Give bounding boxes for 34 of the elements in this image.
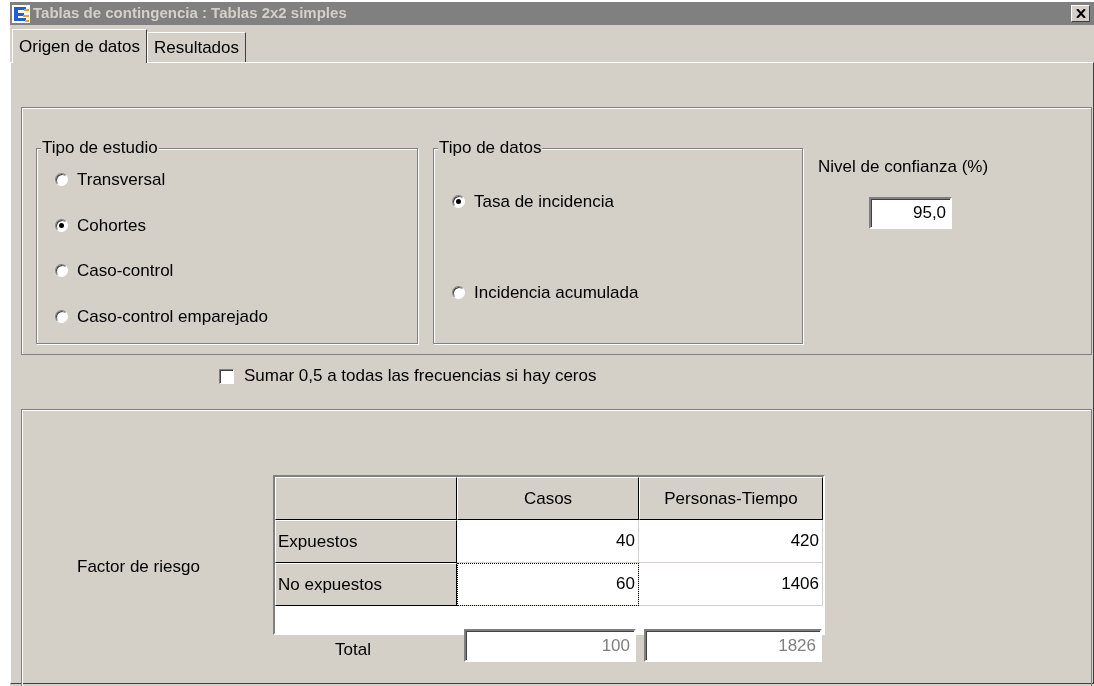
column-header: Personas-Tiempo	[639, 477, 823, 520]
group-label: Tipo de datos	[438, 138, 543, 158]
window-title: Tablas de contingencia : Tablas 2x2 simples	[33, 3, 348, 24]
radio-button[interactable]	[55, 264, 68, 278]
radio-label[interactable]: Transversal	[77, 167, 166, 193]
table-cell[interactable]: 40	[457, 520, 639, 563]
total-label: Total	[335, 639, 371, 661]
radio-label[interactable]: Caso-control	[77, 258, 174, 284]
checkbox[interactable]	[219, 368, 234, 384]
close-button[interactable]	[1071, 5, 1090, 22]
close-icon	[1075, 9, 1086, 18]
radio-label[interactable]: Cohortes	[77, 212, 146, 238]
radio-button[interactable]	[55, 173, 68, 187]
group-label: Tipo de estudio	[41, 138, 159, 158]
tab[interactable]: Resultados	[146, 32, 247, 62]
radio-button[interactable]	[452, 195, 465, 209]
tab[interactable]: Origen de datos	[12, 29, 147, 63]
app-icon	[12, 4, 30, 23]
row-header: Expuestos	[275, 520, 457, 563]
radio-label[interactable]: Tasa de incidencia	[474, 189, 614, 215]
field-label: Nivel de confianza (%)	[818, 156, 989, 178]
radio-button[interactable]	[55, 309, 68, 323]
table-cell[interactable]: 1406	[639, 563, 823, 606]
radio-label[interactable]: Incidencia acumulada	[474, 279, 639, 305]
row-group-label: Factor de riesgo	[77, 556, 200, 578]
column-header: Casos	[457, 477, 639, 520]
total-field: 1826	[644, 629, 822, 662]
row-header: No expuestos	[275, 563, 457, 606]
table-cell[interactable]: 420	[639, 520, 823, 563]
confidence-input[interactable]: 95,0	[869, 196, 953, 229]
radio-label[interactable]: Caso-control emparejado	[77, 303, 268, 329]
table-cell[interactable]: 60	[457, 563, 639, 606]
total-field: 100	[464, 629, 636, 662]
checkbox-label[interactable]: Sumar 0,5 a todas las frecuencias si hay ceros	[244, 363, 597, 389]
